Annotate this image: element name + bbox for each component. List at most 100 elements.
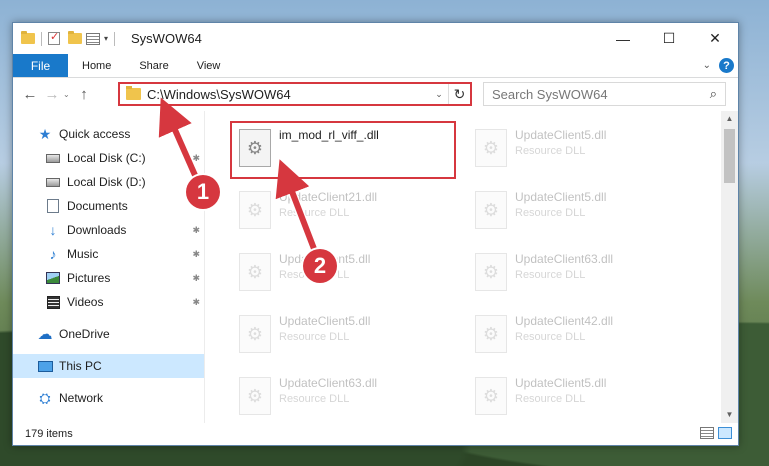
sidebar-item-label: Documents <box>67 199 128 213</box>
download-icon: ↓ <box>49 222 57 238</box>
tab-home[interactable]: Home <box>68 54 125 77</box>
file-item[interactable]: ⚙ UpdateClient5.dll Resource DLL <box>231 307 461 363</box>
close-button[interactable]: ✕ <box>692 23 738 54</box>
scroll-up-arrow-icon[interactable]: ▲ <box>721 111 738 127</box>
address-dropdown-icon[interactable]: ⌄ <box>430 89 448 100</box>
file-item[interactable]: ⚙ UpdateClient21.dll Resource DLL <box>231 183 461 239</box>
ribbon-tabs: File Home Share View ⌄ ? <box>13 54 738 78</box>
folder-icon <box>126 86 141 100</box>
title-bar: ▾ SysWOW64 — ☐ ✕ <box>13 23 738 54</box>
maximize-button[interactable]: ☐ <box>646 23 692 54</box>
quick-access-toolbar: ▾ <box>13 30 117 46</box>
file-item[interactable]: ⚙ UpdateClient63.dll Resource DLL <box>467 245 697 301</box>
tab-view[interactable]: View <box>183 54 235 77</box>
sidebar-item-downloads[interactable]: ↓ Downloads ✱ <box>13 218 204 242</box>
file-type: Resource DLL <box>515 331 586 343</box>
large-icons-view-icon[interactable] <box>718 427 732 439</box>
sidebar-item-pictures[interactable]: Pictures ✱ <box>13 266 204 290</box>
file-item[interactable]: ⚙ UpdateClient42.dll Resource DLL <box>467 307 697 363</box>
callout-badge-1: 1 <box>186 175 220 209</box>
toolbar-divider <box>41 31 42 46</box>
pin-icon: ✱ <box>192 152 200 163</box>
dll-file-icon: ⚙ <box>475 315 507 353</box>
back-button[interactable]: ← <box>19 86 41 103</box>
sidebar-item-label: Music <box>67 247 99 261</box>
file-name: UpdateClient5.dll <box>515 128 607 142</box>
file-type: Resource DLL <box>515 393 586 405</box>
sidebar-item-documents[interactable]: Documents ✱ <box>13 194 204 218</box>
file-name: UpdateClient5.dll <box>279 314 371 328</box>
sidebar-item-label: Videos <box>67 295 104 309</box>
documents-icon <box>45 198 61 214</box>
file-type: Resource DLL <box>515 269 586 281</box>
dll-file-icon: ⚙ <box>239 377 271 415</box>
scroll-thumb[interactable] <box>724 129 735 183</box>
file-name: UpdateClient5.dll <box>515 376 607 390</box>
file-name: UpdateClient42.dll <box>515 314 614 328</box>
sidebar-item-label: Local Disk (C:) <box>67 151 146 165</box>
videos-icon <box>45 294 61 310</box>
file-name: UpdateClient21.dll <box>279 190 378 204</box>
file-item[interactable]: ⚙ UpdateClient5.dll Resource DLL <box>231 245 461 301</box>
dll-file-icon: ⚙ <box>239 191 271 229</box>
new-folder-icon[interactable] <box>68 31 82 44</box>
sidebar-item-local-disk-c[interactable]: Local Disk (C:) ✱ <box>13 146 204 170</box>
tab-share[interactable]: Share <box>125 54 182 77</box>
details-view-icon[interactable] <box>700 427 714 439</box>
file-name: UpdateClient5.dll <box>515 190 607 204</box>
music-icon: ♪ <box>49 246 57 262</box>
file-item[interactable]: ⚙ UpdateClient5.dll Resource DLL <box>467 183 697 239</box>
pin-icon: ✱ <box>192 272 200 283</box>
sidebar-item-label: Pictures <box>67 271 111 285</box>
file-highlight-annotation <box>230 121 456 179</box>
recent-locations-icon[interactable]: ⌄ <box>63 90 73 99</box>
address-path[interactable]: C:\Windows\SysWOW64 <box>147 87 430 102</box>
file-name: UpdateClient63.dll <box>279 376 378 390</box>
search-input[interactable]: Search SysWOW64 ⌕ <box>483 82 726 106</box>
item-count: 179 items <box>25 428 73 440</box>
sidebar-item-local-disk-d[interactable]: Local Disk (D:) ✱ <box>13 170 204 194</box>
file-item[interactable]: ⚙ UpdateClient5.dll Resource DLL <box>467 121 697 177</box>
pin-icon: ✱ <box>192 296 200 307</box>
tab-file[interactable]: File <box>13 54 68 77</box>
view-toggle <box>700 427 732 439</box>
sidebar-item-network[interactable]: ⛭ Network <box>13 386 204 410</box>
refresh-button[interactable]: ↻ <box>448 84 470 104</box>
scroll-down-arrow-icon[interactable]: ▼ <box>721 407 738 423</box>
properties-icon[interactable] <box>86 32 100 45</box>
cloud-icon: ☁ <box>37 326 53 343</box>
up-button[interactable]: ↑ <box>73 86 95 103</box>
dll-file-icon: ⚙ <box>475 191 507 229</box>
sidebar-item-onedrive[interactable]: ☁ OneDrive <box>13 322 204 346</box>
dll-file-icon: ⚙ <box>239 315 271 353</box>
help-icon[interactable]: ? <box>719 58 734 73</box>
dll-file-icon: ⚙ <box>475 377 507 415</box>
sidebar-item-label: OneDrive <box>59 327 110 341</box>
dll-file-icon: ⚙ <box>475 129 507 167</box>
pictures-icon <box>45 270 61 286</box>
toolbar-divider <box>114 31 116 46</box>
sidebar-item-videos[interactable]: Videos ✱ <box>13 290 204 314</box>
search-icon[interactable]: ⌕ <box>710 86 717 102</box>
forward-button[interactable]: → <box>41 86 63 103</box>
window-title: SysWOW64 <box>131 31 202 46</box>
sidebar-item-label: This PC <box>59 359 102 373</box>
file-item[interactable]: ⚙ UpdateClient5.dll Resource DLL <box>467 369 697 425</box>
pin-icon: ✱ <box>192 248 200 259</box>
minimize-button[interactable]: — <box>600 23 646 54</box>
file-type: Resource DLL <box>515 207 586 219</box>
sidebar-item-this-pc[interactable]: This PC <box>13 354 204 378</box>
vertical-scrollbar[interactable]: ▲ ▼ <box>721 111 738 423</box>
folder-icon <box>21 31 35 44</box>
window-controls: — ☐ ✕ <box>600 23 738 54</box>
file-item[interactable]: ⚙ UpdateClient63.dll Resource DLL <box>231 369 461 425</box>
sidebar-item-label: Local Disk (D:) <box>67 175 146 189</box>
dll-file-icon: ⚙ <box>475 253 507 291</box>
ribbon-right-controls: ⌄ ? <box>703 58 734 73</box>
address-bar[interactable]: C:\Windows\SysWOW64 ⌄ ↻ <box>118 82 472 106</box>
sidebar-item-quick-access[interactable]: ★ Quick access <box>13 122 204 146</box>
sidebar-item-music[interactable]: ♪ Music ✱ <box>13 242 204 266</box>
customize-toolbar-icon[interactable]: ▾ <box>104 34 108 43</box>
properties-check-icon[interactable] <box>48 30 60 45</box>
expand-ribbon-icon[interactable]: ⌄ <box>703 60 711 71</box>
